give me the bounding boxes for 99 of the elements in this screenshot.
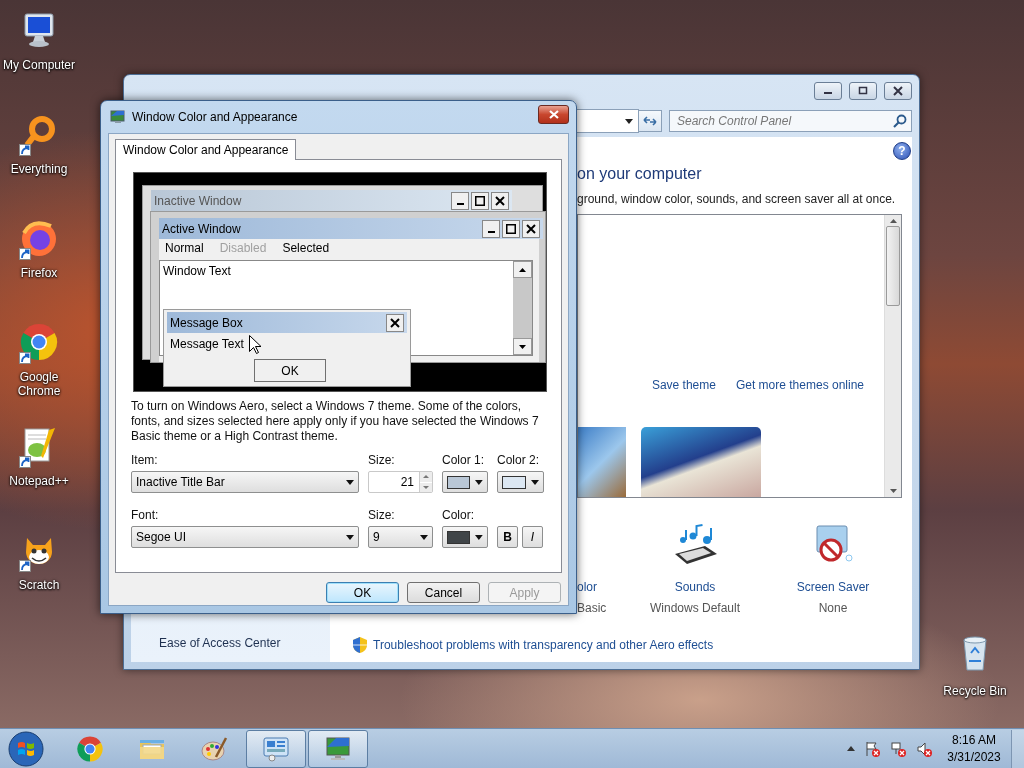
taskbar-button[interactable] (246, 729, 306, 768)
inactive-window-title: Inactive Window (154, 193, 243, 208)
desktop-icon-label[interactable]: Scratch (0, 578, 78, 592)
setting-value: Windows Default (649, 601, 740, 615)
page-description: ground, window color, sounds, and screen saver all at once. (577, 192, 897, 206)
caret-icon (475, 479, 483, 485)
desktop-icon-label[interactable]: My Computer (0, 58, 78, 72)
desktop-icon-label[interactable]: Firefox (0, 266, 78, 280)
dialog-title: Window Color and Appearance (132, 110, 299, 124)
speaker-icon[interactable] (917, 740, 933, 757)
scroll-up-icon (519, 267, 526, 272)
close-icon (390, 317, 400, 328)
wheel-logo-icon[interactable] (19, 322, 59, 362)
bold-button[interactable]: B (497, 526, 518, 548)
theme-link[interactable]: Save theme (651, 378, 716, 392)
network-icon[interactable] (891, 740, 907, 757)
caret-icon (420, 534, 428, 540)
maximize-icon (506, 223, 516, 234)
field-label: Size: (368, 508, 396, 524)
size-spinner[interactable]: 21 (368, 471, 433, 493)
search-field[interactable]: Search Control Panel (669, 110, 912, 132)
window-text: Window Text (162, 263, 232, 280)
mouse-pointer-icon (249, 335, 261, 354)
caret-icon (346, 534, 354, 540)
desktop-icon-label[interactable]: Everything (0, 162, 78, 176)
item-dropdown[interactable]: Inactive Title Bar (131, 471, 359, 493)
troubleshoot-link[interactable]: Troubleshoot problems with transparency and other Aero effects (373, 638, 714, 652)
italic-button[interactable]: I (522, 526, 543, 548)
color-picker-button[interactable] (442, 471, 488, 493)
shield-icon (353, 637, 367, 653)
wheel-logo-icon (76, 734, 104, 763)
minimize-icon (487, 230, 495, 233)
message-text: Message Text (169, 336, 244, 351)
close-icon (548, 109, 559, 119)
fox-icon[interactable] (19, 218, 59, 258)
show-hidden-icons-button[interactable] (847, 746, 855, 751)
field-label: Color 1: (442, 453, 486, 469)
minimize-button[interactable] (814, 82, 842, 100)
caret-icon (847, 746, 855, 751)
scroll-down-icon (889, 489, 897, 493)
color-picker-button[interactable] (442, 526, 488, 548)
refresh-button[interactable] (638, 110, 662, 132)
scrollbar-thumb[interactable] (886, 226, 900, 306)
close-icon (892, 86, 904, 96)
dialog-button[interactable]: Cancel (407, 582, 480, 603)
display-settings-icon (110, 109, 126, 125)
clock-date[interactable]: 3/31/2023 (947, 750, 1001, 764)
tab[interactable]: Window Color and Appearance (115, 139, 297, 160)
preview-ok-button[interactable]: OK (254, 359, 326, 382)
setting-link[interactable]: Screen Saver (796, 580, 870, 594)
spin-up-icon (423, 475, 429, 479)
page-heading: on your computer (577, 165, 703, 183)
theme-thumbnail[interactable] (641, 427, 761, 497)
maximize-icon (857, 86, 869, 96)
message-box-title: Message Box (170, 315, 244, 330)
sidebar-link[interactable]: Ease of Access Center (159, 636, 330, 650)
caret-icon (625, 118, 633, 124)
color-picker-button[interactable] (497, 471, 544, 493)
windows-logo-icon (8, 730, 44, 767)
close-button[interactable] (538, 104, 569, 124)
search-icon (893, 114, 907, 128)
theme-link[interactable]: Get more themes online (735, 378, 864, 392)
setting-value: None (818, 601, 848, 615)
control-panel-icon (262, 734, 290, 763)
font-dropdown[interactable]: Segoe UI (131, 526, 359, 548)
desktop-icon-label[interactable]: Google Chrome (0, 370, 78, 398)
close-icon (495, 195, 505, 206)
caret-icon (475, 534, 483, 540)
desktop-icon-label[interactable]: Recycle Bin (943, 684, 1007, 698)
close-button[interactable] (884, 82, 912, 100)
caret-icon (531, 479, 539, 485)
setting-link[interactable]: Sounds (674, 580, 716, 594)
field-label: Color 2: (497, 453, 541, 469)
dialog-button[interactable]: OK (326, 582, 399, 603)
field-label: Color: (442, 508, 475, 524)
theme-thumbnail[interactable] (578, 427, 626, 497)
font-size-dropdown[interactable]: 9 (368, 526, 433, 548)
scroll-down-icon (519, 344, 526, 349)
minimize-icon (456, 202, 464, 205)
close-icon (526, 223, 536, 234)
clock-time[interactable]: 8:16 AM (952, 733, 996, 747)
desktop-icon-label[interactable]: Notepad++ (0, 474, 78, 488)
maximize-icon (475, 195, 485, 206)
monitor-icon (324, 734, 352, 763)
spin-down-icon (423, 485, 429, 489)
scroll-up-icon (889, 219, 897, 223)
setting-link[interactable]: olor (577, 580, 597, 594)
field-label: Size: (368, 453, 396, 469)
caret-icon (346, 479, 354, 485)
taskbar-button[interactable] (308, 729, 368, 768)
description-text: To turn on Windows Aero, select a Windows 7 theme. Some of the colors, fonts, and sizes selected here apply only if you have selected the Windows 7 Basic theme or a High Contrast theme. (131, 399, 540, 444)
setting-value: Basic (577, 601, 607, 615)
refresh-icon (643, 115, 657, 127)
maximize-button[interactable] (849, 82, 877, 100)
field-label: Item: (131, 453, 159, 469)
flag-icon[interactable] (865, 740, 881, 757)
field-label: Font: (131, 508, 160, 524)
menu-item: Disabled (219, 241, 267, 255)
active-window-title: Active Window (162, 221, 242, 236)
